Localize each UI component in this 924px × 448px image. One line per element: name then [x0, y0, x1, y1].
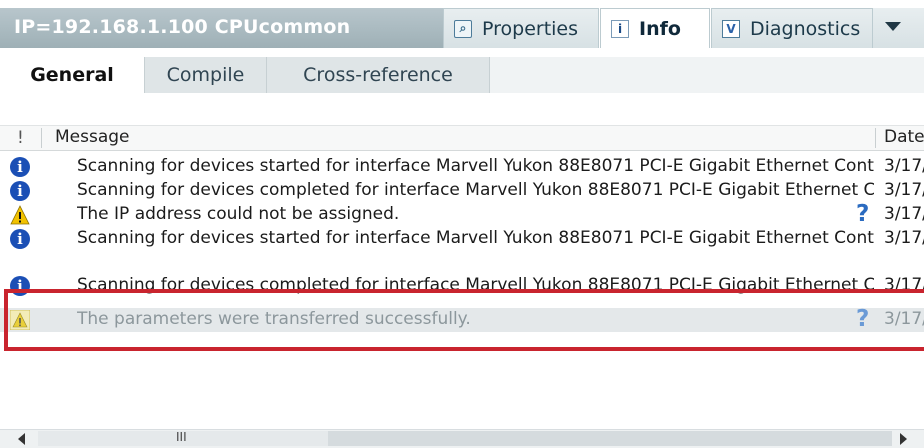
message-text: Scanning for devices completed for inter…	[77, 180, 874, 200]
subtab-compile-label: Compile	[166, 64, 245, 86]
tab-diagnostics-label: Diagnostics	[750, 17, 861, 40]
subtab-general[interactable]: General	[0, 57, 145, 93]
message-row[interactable]: i Scanning for devices completed for int…	[0, 179, 924, 203]
message-date: 3/17/	[884, 156, 924, 176]
subtab-general-label: General	[30, 64, 114, 86]
message-date: 3/17/	[884, 180, 924, 200]
title-area: IP=192.168.1.100 CPUcommon	[0, 8, 443, 48]
window-title: IP=192.168.1.100 CPUcommon	[14, 16, 351, 38]
empty-row	[0, 352, 924, 376]
help-icon[interactable]: ?	[856, 203, 869, 227]
subtab-compile[interactable]: Compile	[145, 57, 267, 93]
message-date: 3/17/	[884, 204, 924, 224]
tab-info[interactable]: i Info	[600, 8, 710, 48]
empty-row	[0, 400, 924, 424]
info-icon: i	[10, 229, 30, 249]
warning-icon	[10, 205, 30, 225]
scroll-right-arrow-icon[interactable]	[900, 433, 907, 445]
column-header-message[interactable]: Message	[55, 127, 130, 147]
message-row[interactable]: The IP address could not be assigned. ? …	[0, 203, 924, 227]
empty-row	[0, 376, 924, 400]
dropdown-arrow-icon[interactable]	[885, 22, 901, 31]
scrollbar-grip: III	[176, 430, 187, 444]
info-icon: i	[10, 157, 30, 177]
tab-diagnostics[interactable]: V Diagnostics	[711, 8, 873, 48]
scroll-left-arrow-icon[interactable]	[18, 433, 25, 445]
scrollbar-track[interactable]	[328, 431, 892, 446]
message-date: 3/17/	[884, 228, 924, 248]
highlight-box	[4, 289, 924, 351]
message-text: Scanning for devices started for interfa…	[77, 156, 874, 176]
message-row[interactable]: i Scanning for devices started for inter…	[0, 155, 924, 179]
tab-info-label: Info	[639, 17, 681, 40]
subtab-cross-reference-label: Cross-reference	[303, 64, 453, 86]
message-row[interactable]: i Scanning for devices started for inter…	[0, 227, 924, 251]
column-header-date[interactable]: Date	[884, 127, 924, 147]
tab-properties-label: Properties	[482, 17, 579, 40]
tab-properties[interactable]: ⌕ Properties	[443, 8, 599, 48]
info-icon: i	[10, 181, 30, 201]
column-divider[interactable]	[875, 128, 876, 148]
message-table-header: ! Message Date	[0, 125, 924, 151]
message-text: The IP address could not be assigned.	[77, 204, 400, 224]
horizontal-scrollbar[interactable]: III	[0, 429, 924, 448]
column-header-flag[interactable]: !	[17, 128, 24, 148]
diagnostics-icon: V	[722, 19, 740, 38]
info-icon: i	[611, 19, 629, 38]
properties-icon: ⌕	[454, 19, 472, 38]
subtab-cross-reference[interactable]: Cross-reference	[267, 57, 490, 93]
inspector-title-bar: IP=192.168.1.100 CPUcommon ⌕ Properties …	[0, 0, 924, 57]
message-text: Scanning for devices started for interfa…	[77, 228, 874, 248]
column-divider[interactable]	[41, 128, 42, 148]
